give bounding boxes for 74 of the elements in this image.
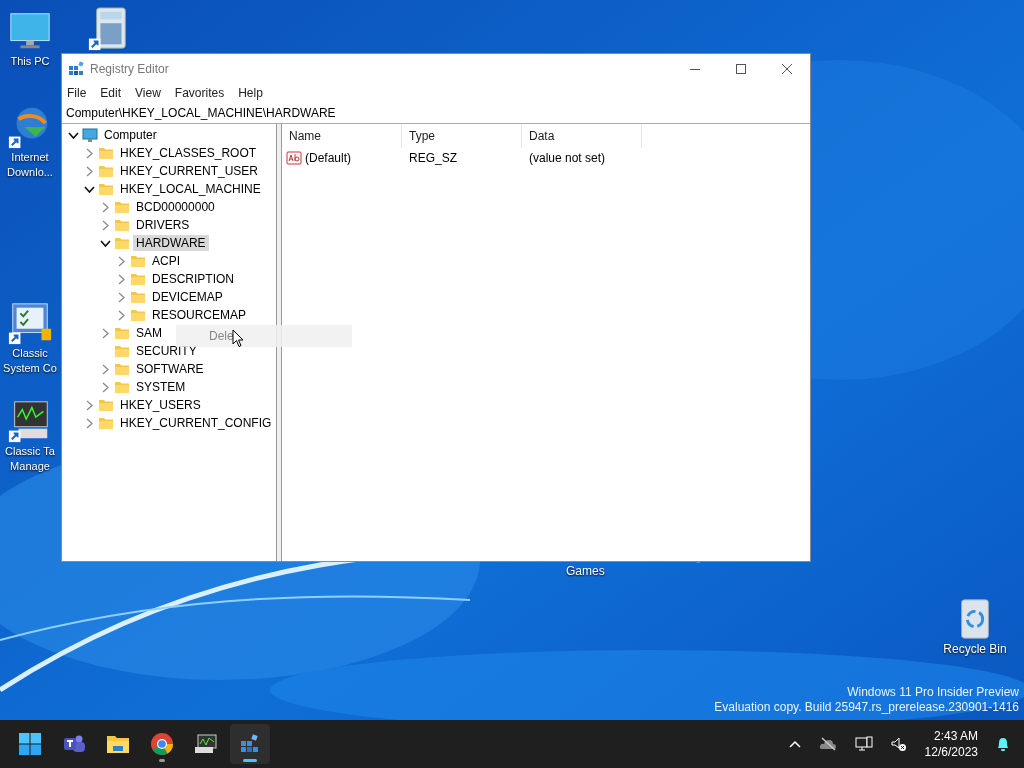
desktop-icon-label[interactable]: Downlo... <box>7 165 53 180</box>
cloud-off-icon[interactable] <box>818 737 837 751</box>
tree-item[interactable]: DRIVERS <box>133 217 193 233</box>
tree-item[interactable]: RESOURCEMAP <box>149 307 249 323</box>
tree-item[interactable]: DESCRIPTION <box>149 271 237 287</box>
close-icon <box>782 63 792 74</box>
monitor-icon <box>82 127 98 143</box>
desktop-icon-label[interactable]: Recycle Bin <box>943 642 1007 657</box>
desktop-icon-label[interactable]: Classic <box>12 346 48 361</box>
folder-icon <box>98 181 114 197</box>
window-title: Registry Editor <box>90 61 169 76</box>
monitor-chart-icon <box>194 732 218 756</box>
folder-icon <box>130 289 146 305</box>
mouse-pointer-icon <box>232 329 244 348</box>
desktop-icon-label[interactable]: System Co <box>3 361 57 376</box>
menu-item[interactable]: Favorites <box>174 86 231 100</box>
folder-icon <box>98 415 114 431</box>
desktop-icon-label[interactable]: Internet <box>11 150 49 165</box>
desktop-icon-label[interactable]: Classic Ta <box>5 444 55 459</box>
menu-item[interactable]: File <box>67 86 93 100</box>
column-header[interactable]: Name <box>282 124 402 148</box>
tree-item[interactable]: HARDWARE <box>133 235 209 251</box>
folder-icon <box>98 397 114 413</box>
desktop-icon-label[interactable]: This PC <box>10 54 50 69</box>
string-value-icon <box>286 150 302 166</box>
folder-icon <box>114 217 130 233</box>
tree-item[interactable]: HKEY_CLASSES_ROOT <box>117 145 260 161</box>
folder-icon <box>114 379 130 395</box>
build-watermark-text: Windows 11 Pro Insider Preview <box>847 685 1019 700</box>
registry-app-button[interactable] <box>230 724 270 764</box>
volume-muted-icon[interactable] <box>890 736 907 752</box>
clock-time[interactable]: 2:43 AM <box>933 728 978 744</box>
table-cell-text: REG_SZ <box>408 151 458 165</box>
tree-item[interactable]: HKEY_CURRENT_CONFIG <box>117 415 275 431</box>
folder-icon <box>114 235 130 251</box>
tree-item[interactable]: SYSTEM <box>133 379 189 395</box>
menu-item[interactable]: Edit <box>100 86 128 100</box>
table-cell-text: (value not set) <box>528 151 607 165</box>
folder-icon <box>114 343 130 359</box>
address-field[interactable]: Computer\HKEY_LOCAL_MACHINE\HARDWARE <box>62 103 810 124</box>
control-panel-icon[interactable] <box>7 300 53 346</box>
column-header[interactable]: Data <box>522 124 642 148</box>
desktop-icon-label[interactable]: Games <box>566 564 605 578</box>
bell-icon[interactable] <box>996 736 1010 752</box>
folder-icon <box>130 253 146 269</box>
tree-item[interactable]: HKEY_CURRENT_USER <box>117 163 262 179</box>
maximize-icon <box>736 63 746 74</box>
browser-icon <box>150 732 174 756</box>
desktop-icon-label[interactable]: Manage <box>10 459 50 474</box>
folder-icon <box>130 271 146 287</box>
windows-logo-icon <box>18 732 42 756</box>
folder-icon <box>130 307 146 323</box>
tree-item[interactable]: BCD00000000 <box>133 199 218 215</box>
tree-item[interactable]: SOFTWARE <box>133 361 207 377</box>
tree-item[interactable]: Computer <box>101 127 160 143</box>
menu-item[interactable]: Help <box>238 86 269 100</box>
tree-item[interactable]: HKEY_LOCAL_MACHINE <box>117 181 264 197</box>
registry-cubes-icon <box>68 60 84 77</box>
network-icon[interactable] <box>854 736 873 752</box>
folder-icon <box>98 145 114 161</box>
tree-item[interactable]: SAM <box>133 325 165 341</box>
menu-item[interactable]: View <box>135 86 167 100</box>
clock-date[interactable]: 12/6/2023 <box>924 744 978 760</box>
chevron-up-icon[interactable] <box>788 740 801 748</box>
table-cell: (Default) <box>305 151 351 165</box>
tree-item[interactable]: HKEY_USERS <box>117 397 204 413</box>
build-watermark-text: Evaluation copy. Build 25947.rs_prerelease.230901-1416 <box>714 700 1019 715</box>
tree-item[interactable]: ACPI <box>149 253 183 269</box>
folder-icon <box>98 163 114 179</box>
folder-icon <box>114 199 130 215</box>
folder-icon <box>114 325 130 341</box>
column-header[interactable]: Type <box>402 124 522 148</box>
folder-icon <box>114 361 130 377</box>
tree-item[interactable]: DEVICEMAP <box>149 289 226 305</box>
